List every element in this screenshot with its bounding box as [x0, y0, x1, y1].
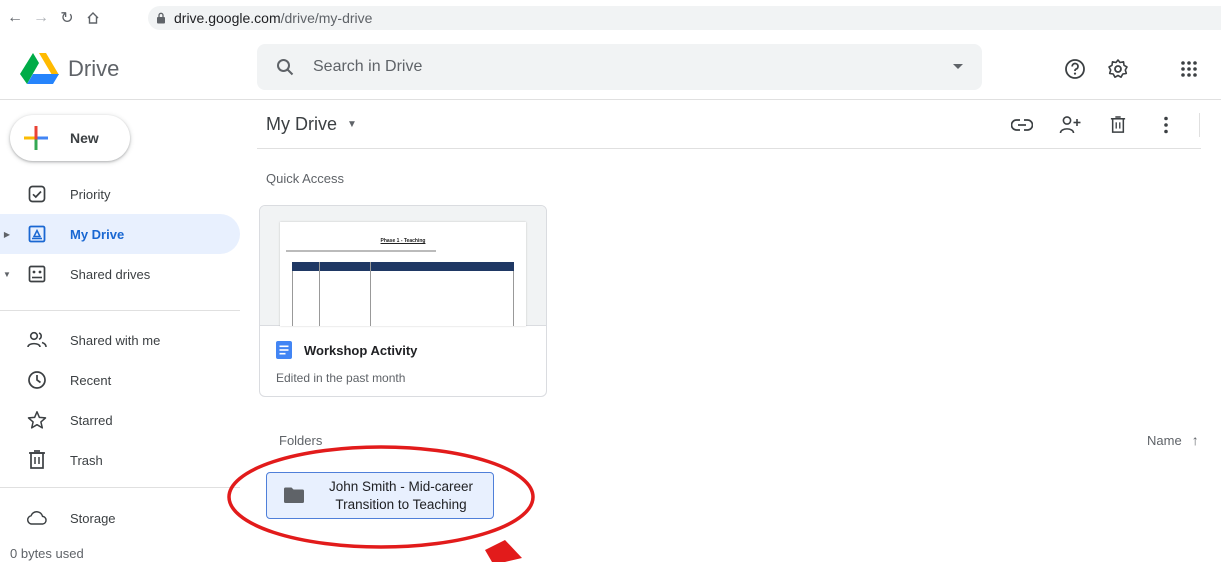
- app-brand[interactable]: Drive: [68, 56, 119, 82]
- home-icon[interactable]: [82, 7, 104, 29]
- url-path: /drive/my-drive: [280, 10, 373, 26]
- sidebar-item-recent[interactable]: Recent: [0, 360, 240, 400]
- thumbnail-table-col: [370, 262, 371, 326]
- folder-name: John Smith - Mid-career Transition to Te…: [328, 479, 474, 512]
- folder-item[interactable]: John Smith - Mid-career Transition to Te…: [266, 472, 494, 519]
- forward-icon[interactable]: →: [30, 7, 52, 29]
- settings-gear-icon[interactable]: [1105, 56, 1131, 82]
- shared-with-me-icon: [26, 329, 48, 351]
- sidebar-divider: [0, 487, 240, 488]
- url-host: drive.google.com: [174, 10, 281, 26]
- sidebar-item-trash[interactable]: Trash: [0, 440, 240, 480]
- apps-grid-icon[interactable]: [1176, 56, 1202, 82]
- sidebar-item-label: Trash: [70, 452, 103, 468]
- folder-icon: [284, 487, 304, 503]
- thumbnail-table-header: [292, 262, 514, 271]
- sidebar-item-storage[interactable]: Storage: [0, 498, 240, 538]
- app-header: Drive: [0, 36, 1221, 100]
- chevron-down-icon: ▼: [347, 119, 357, 130]
- help-icon[interactable]: [1062, 56, 1088, 82]
- lock-icon: [157, 12, 165, 24]
- file-name: Workshop Activity: [304, 343, 418, 358]
- reload-icon[interactable]: ↻: [56, 7, 78, 29]
- google-docs-icon: [276, 341, 292, 359]
- document-preview: Phase 1 - Teaching: [280, 222, 526, 326]
- quick-access-card[interactable]: Phase 1 - Teaching Workshop Activity Edi…: [259, 205, 547, 397]
- sidebar-item-my-drive[interactable]: ▶ My Drive: [0, 214, 240, 254]
- address-bar[interactable]: drive.google.com/drive/my-drive: [148, 6, 1221, 30]
- search-bar[interactable]: [257, 44, 982, 90]
- thumbnail-table-col: [319, 262, 320, 326]
- sidebar-divider: [0, 310, 240, 311]
- browser-toolbar: ← → ↻ drive.google.com/drive/my-drive: [0, 0, 1221, 36]
- sidebar-item-label: Starred: [70, 412, 113, 428]
- shared-drives-icon: [26, 263, 48, 285]
- main-content: My Drive ▼ Quick Access Phase 1 - Teachi…: [257, 101, 1221, 562]
- storage-used-text: 0 bytes used: [10, 546, 84, 561]
- search-input[interactable]: [313, 58, 934, 76]
- plus-icon: [24, 126, 48, 150]
- page-title-text: My Drive: [266, 114, 337, 134]
- page-title[interactable]: My Drive ▼: [266, 114, 357, 135]
- trash-icon: [26, 449, 48, 471]
- sidebar-item-shared-drives[interactable]: ▼ Shared drives: [0, 254, 240, 294]
- toolbar-separator: [1199, 113, 1200, 137]
- main-toolbar: My Drive ▼: [257, 101, 1201, 149]
- sidebar-item-label: Storage: [70, 510, 116, 526]
- clock-icon: [26, 369, 48, 391]
- drive-logo-icon[interactable]: [20, 52, 60, 86]
- thumbnail-text-line: [286, 250, 436, 252]
- sidebar-item-label: Priority: [70, 186, 111, 202]
- trash-icon[interactable]: [1105, 112, 1131, 138]
- search-icon[interactable]: [257, 58, 313, 76]
- add-person-icon[interactable]: [1057, 112, 1083, 138]
- new-button[interactable]: New: [10, 115, 130, 161]
- priority-check-icon: [26, 183, 48, 205]
- my-drive-icon: [26, 223, 48, 245]
- arrow-up-icon[interactable]: ↑: [1192, 432, 1199, 448]
- collapse-arrow-icon[interactable]: ▼: [2, 270, 12, 279]
- star-icon: [26, 409, 48, 431]
- sort-by-name-button[interactable]: Name ↑: [1147, 432, 1199, 448]
- thumbnail-heading: Phase 1 - Teaching: [380, 238, 426, 244]
- link-icon[interactable]: [1009, 112, 1035, 138]
- sidebar-item-label: Recent: [70, 372, 112, 388]
- cloud-icon: [26, 507, 48, 529]
- expand-arrow-icon[interactable]: ▶: [2, 230, 12, 239]
- sort-label: Name: [1147, 432, 1182, 448]
- sidebar-item-label: My Drive: [70, 226, 125, 242]
- folders-title: Folders: [279, 433, 323, 448]
- sidebar-item-starred[interactable]: Starred: [0, 400, 240, 440]
- file-thumbnail: Phase 1 - Teaching: [260, 206, 546, 326]
- more-vert-icon[interactable]: [1153, 112, 1179, 138]
- sidebar-item-priority[interactable]: Priority: [0, 174, 240, 214]
- quick-access-title: Quick Access: [266, 171, 345, 186]
- file-subtitle: Edited in the past month: [276, 371, 406, 385]
- sidebar-item-label: Shared with me: [70, 332, 161, 348]
- sidebar: New Priority ▶ My Drive ▼ Shared drives …: [0, 101, 256, 562]
- new-button-label: New: [70, 130, 99, 146]
- sidebar-item-shared-with-me[interactable]: Shared with me: [0, 320, 240, 360]
- thumbnail-table: [292, 271, 514, 326]
- sidebar-item-label: Shared drives: [70, 266, 151, 282]
- back-icon[interactable]: ←: [4, 7, 26, 29]
- search-options-icon[interactable]: [934, 64, 982, 70]
